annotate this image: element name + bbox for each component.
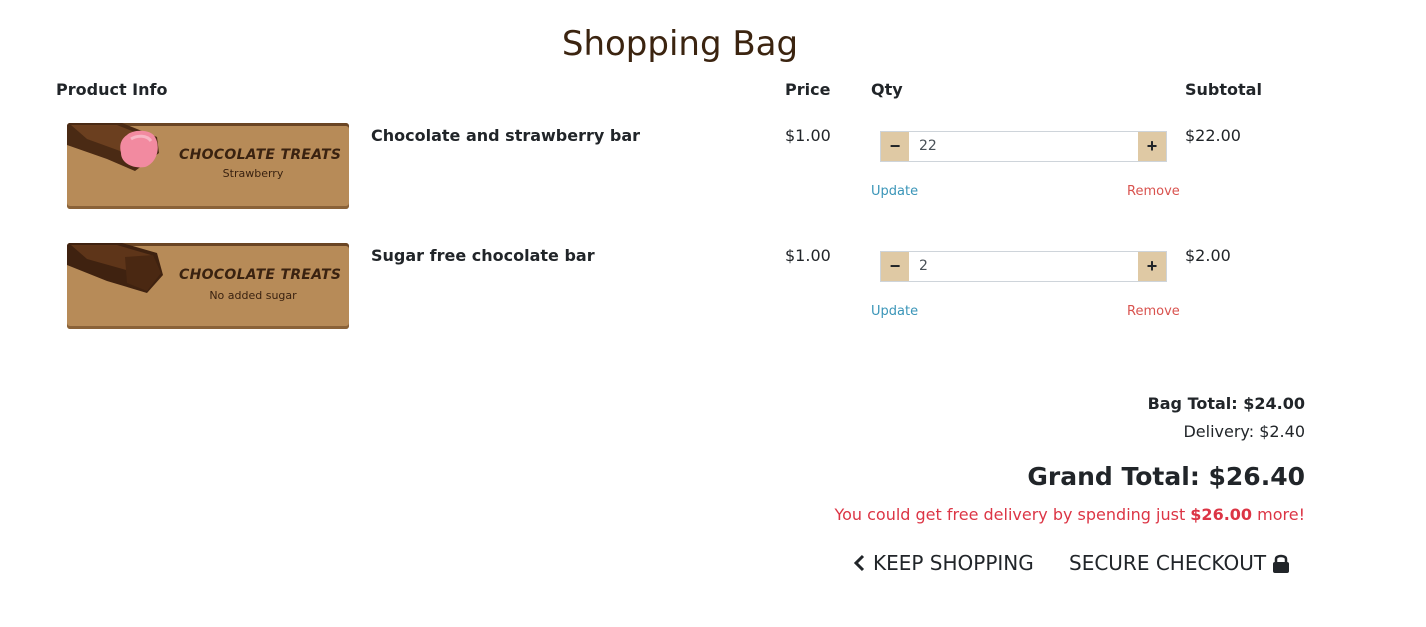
product-flavor: Strawberry	[222, 167, 284, 180]
chocolate-bar-illustration	[67, 243, 163, 293]
free-delivery-prefix: You could get free delivery by spending …	[834, 505, 1191, 524]
quantity-stepper[interactable]: − +	[880, 251, 1167, 282]
product-price: $1.00	[785, 126, 831, 145]
remove-link[interactable]: Remove	[1127, 184, 1180, 199]
plus-icon: +	[1146, 136, 1158, 156]
increment-button[interactable]: +	[1138, 252, 1166, 281]
column-header-product: Product Info	[56, 80, 168, 99]
column-header-qty: Qty	[871, 80, 903, 99]
product-name: Chocolate and strawberry bar	[371, 126, 641, 145]
free-delivery-message: You could get free delivery by spending …	[834, 505, 1305, 524]
keep-shopping-button[interactable]: KEEP SHOPPING	[853, 551, 1034, 575]
decrement-button[interactable]: −	[881, 132, 909, 161]
chevron-left-icon	[853, 554, 865, 572]
chocolate-bar-illustration	[67, 123, 159, 171]
product-image[interactable]: CHOCOLATE TREATS No added sugar	[67, 243, 349, 329]
free-delivery-amount: $26.00	[1190, 505, 1253, 524]
increment-button[interactable]: +	[1138, 132, 1166, 161]
page-title: Shopping Bag	[561, 24, 799, 64]
column-header-subtotal: Subtotal	[1185, 80, 1262, 99]
secure-checkout-button[interactable]: SECURE CHECKOUT	[1069, 551, 1290, 575]
product-subtotal: $22.00	[1185, 126, 1241, 145]
product-brand: CHOCOLATE TREATS	[179, 267, 342, 283]
bag-item-row: CHOCOLATE TREATS No added sugar Sugar fr…	[0, 240, 1426, 340]
product-flavor: No added sugar	[209, 289, 297, 302]
decrement-button[interactable]: −	[881, 252, 909, 281]
delivery-cost: Delivery: $2.40	[1183, 422, 1305, 441]
product-brand: CHOCOLATE TREATS	[179, 147, 342, 163]
product-price: $1.00	[785, 246, 831, 265]
lock-icon	[1273, 554, 1290, 573]
bag-total: Bag Total: $24.00	[1147, 394, 1305, 413]
bag-item-row: CHOCOLATE TREATS Strawberry Chocolate an…	[0, 120, 1426, 220]
quantity-stepper[interactable]: − +	[880, 131, 1167, 162]
minus-icon: −	[889, 136, 901, 156]
quantity-input[interactable]	[917, 137, 1121, 155]
minus-icon: −	[889, 256, 901, 276]
secure-checkout-label: SECURE CHECKOUT	[1069, 551, 1267, 575]
update-link[interactable]: Update	[871, 304, 918, 319]
remove-link[interactable]: Remove	[1127, 304, 1180, 319]
grand-total: Grand Total: $26.40	[1027, 462, 1305, 491]
product-subtotal: $2.00	[1185, 246, 1231, 265]
update-link[interactable]: Update	[871, 184, 918, 199]
keep-shopping-label: KEEP SHOPPING	[873, 551, 1034, 575]
quantity-input[interactable]	[917, 257, 1121, 275]
free-delivery-suffix: more!	[1252, 505, 1305, 524]
product-name: Sugar free chocolate bar	[371, 246, 595, 265]
product-image[interactable]: CHOCOLATE TREATS Strawberry	[67, 123, 349, 209]
column-header-price: Price	[785, 80, 831, 99]
plus-icon: +	[1146, 256, 1158, 276]
